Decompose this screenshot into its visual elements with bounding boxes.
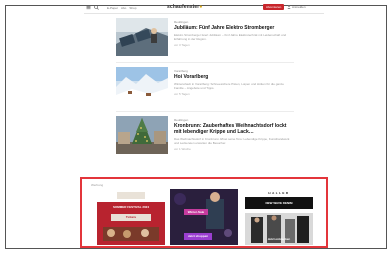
article-divider (116, 111, 294, 112)
ad-banner-festival[interactable]: SOMMER FESTIVAL 2024 Tickets (97, 189, 165, 245)
article-category: Reutlingen (174, 118, 189, 122)
article-teaser: Winterurlaub in Vorarlberg: Schneesicher… (174, 82, 284, 90)
user-icon (287, 5, 291, 9)
article-card[interactable]: Reutlingen Kronbrunn: Zauberhaftes Weihn… (116, 116, 294, 154)
site-logo[interactable]: schaufenster● (167, 4, 202, 10)
ad-banner-haller[interactable]: HALLER NEW WAVE DENIM Jetzt entdecken (245, 189, 313, 245)
menu-icon[interactable] (86, 5, 91, 11)
nav-link-epaper[interactable]: E-Paper (107, 6, 118, 10)
article-teaser: Elektro Stromberger feiert Jubiläum – fü… (174, 33, 287, 41)
subscribe-button[interactable]: Abonnieren (263, 4, 285, 10)
article-teaser: Das Weihnachtsdorf in Kronbrunn öffnet s… (174, 137, 290, 145)
ad-brand-logo: HALLER (268, 191, 290, 195)
logo-dot-icon: ● (199, 4, 203, 10)
nav-link-abo[interactable]: Abo (121, 6, 126, 10)
article-divider (116, 62, 294, 63)
article-date: vor 1 Woche (174, 147, 191, 151)
article-image-christmas-tree (116, 116, 168, 154)
site-header: E-Paper Abo Shop schaufenster● Abonniere… (86, 3, 322, 13)
ad-cta-button[interactable]: Jetzt shoppen (182, 234, 214, 238)
article-date: vor 3 Tagen (174, 43, 190, 47)
article-category: Reutlingen (174, 20, 189, 24)
article-title[interactable]: Hoi Vorarlberg (174, 74, 292, 80)
site-logo-text: schaufenster (167, 4, 200, 10)
article-card[interactable]: Reutlingen Jubiläum: Fünf Jahre Elektro … (116, 18, 294, 56)
search-icon[interactable] (94, 5, 99, 11)
article-image-electrician (116, 18, 168, 56)
ad-headline: SOMMER FESTIVAL 2024 (112, 205, 150, 209)
ad-headline: NEW WAVE DENIM (265, 201, 293, 205)
ad-section-label: Werbung (91, 183, 104, 187)
ad-cta-button[interactable]: Tickets (111, 215, 151, 219)
article-image-snow-landscape (116, 67, 168, 105)
ad-cta-button[interactable]: Jetzt entdecken (245, 237, 313, 241)
login-link[interactable]: Anmelden (287, 5, 306, 9)
article-card[interactable]: Vorarlberg Hoi Vorarlberg Winterurlaub i… (116, 67, 294, 105)
header-divider (84, 13, 324, 14)
article-title[interactable]: Kronbrunn: Zauberhaftes Weihnachtsdorf l… (174, 123, 292, 135)
ad-banner-sale[interactable]: Winter-Sale Jetzt shoppen (170, 189, 238, 245)
nav-link-shop[interactable]: Shop (129, 6, 136, 10)
ad-headline: Winter-Sale (187, 210, 205, 214)
article-date: vor 5 Tagen (174, 92, 190, 96)
article-title[interactable]: Jubiläum: Fünf Jahre Elektro Stromberger (174, 25, 292, 31)
login-label: Anmelden (292, 5, 306, 9)
article-category: Vorarlberg (174, 69, 188, 73)
